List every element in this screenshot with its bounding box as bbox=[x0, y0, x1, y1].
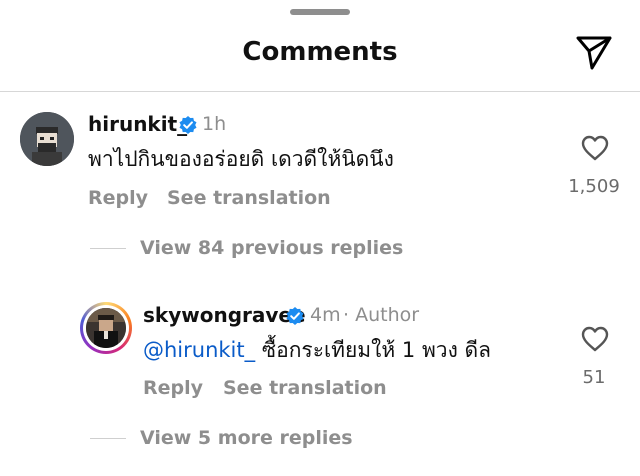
see-translation-button[interactable]: See translation bbox=[167, 185, 331, 211]
header-divider bbox=[0, 91, 640, 92]
heart-icon[interactable] bbox=[580, 325, 610, 353]
author-tag: · Author bbox=[343, 304, 420, 326]
avatar-image bbox=[20, 112, 74, 166]
reply-button[interactable]: Reply bbox=[88, 185, 148, 211]
comment-text-row: @hirunkit_ ซื้อกระเทียมให้ 1 พวง ดีล bbox=[143, 336, 491, 364]
heart-icon[interactable] bbox=[580, 134, 610, 162]
like-count: 51 bbox=[582, 367, 606, 388]
reply-button[interactable]: Reply bbox=[143, 375, 203, 401]
replies-divider-line bbox=[90, 438, 126, 439]
like-count: 1,509 bbox=[568, 176, 620, 197]
verified-badge-icon bbox=[179, 116, 197, 134]
view-more-replies-button[interactable]: View 5 more replies bbox=[140, 425, 353, 451]
avatar-image bbox=[86, 308, 126, 348]
paper-plane-icon[interactable] bbox=[572, 30, 616, 74]
see-translation-button[interactable]: See translation bbox=[223, 375, 387, 401]
avatar-ring-gap bbox=[83, 305, 129, 351]
mention-link[interactable]: @hirunkit_ bbox=[143, 338, 255, 362]
verified-badge-icon bbox=[286, 307, 304, 325]
comment-text: ซื้อกระเทียมให้ 1 พวง ดีล bbox=[261, 338, 492, 362]
avatar[interactable] bbox=[20, 112, 74, 166]
comment-username[interactable]: skywongravee bbox=[143, 302, 306, 328]
comment-username[interactable]: hirunkit_ bbox=[88, 111, 187, 137]
story-ring[interactable] bbox=[80, 302, 132, 354]
comment-timestamp: 1h bbox=[202, 113, 227, 135]
replies-divider-line bbox=[90, 248, 126, 249]
comment-text: พาไปกินของอร่อยดิ เดวดีให้นิดนึง bbox=[88, 147, 394, 171]
view-previous-replies-button[interactable]: View 84 previous replies bbox=[140, 235, 403, 261]
avatar[interactable] bbox=[86, 308, 126, 348]
page-title: Comments bbox=[242, 37, 398, 67]
comment-timestamp: 4m bbox=[310, 304, 341, 326]
sheet-grabber-handle[interactable] bbox=[290, 9, 350, 15]
